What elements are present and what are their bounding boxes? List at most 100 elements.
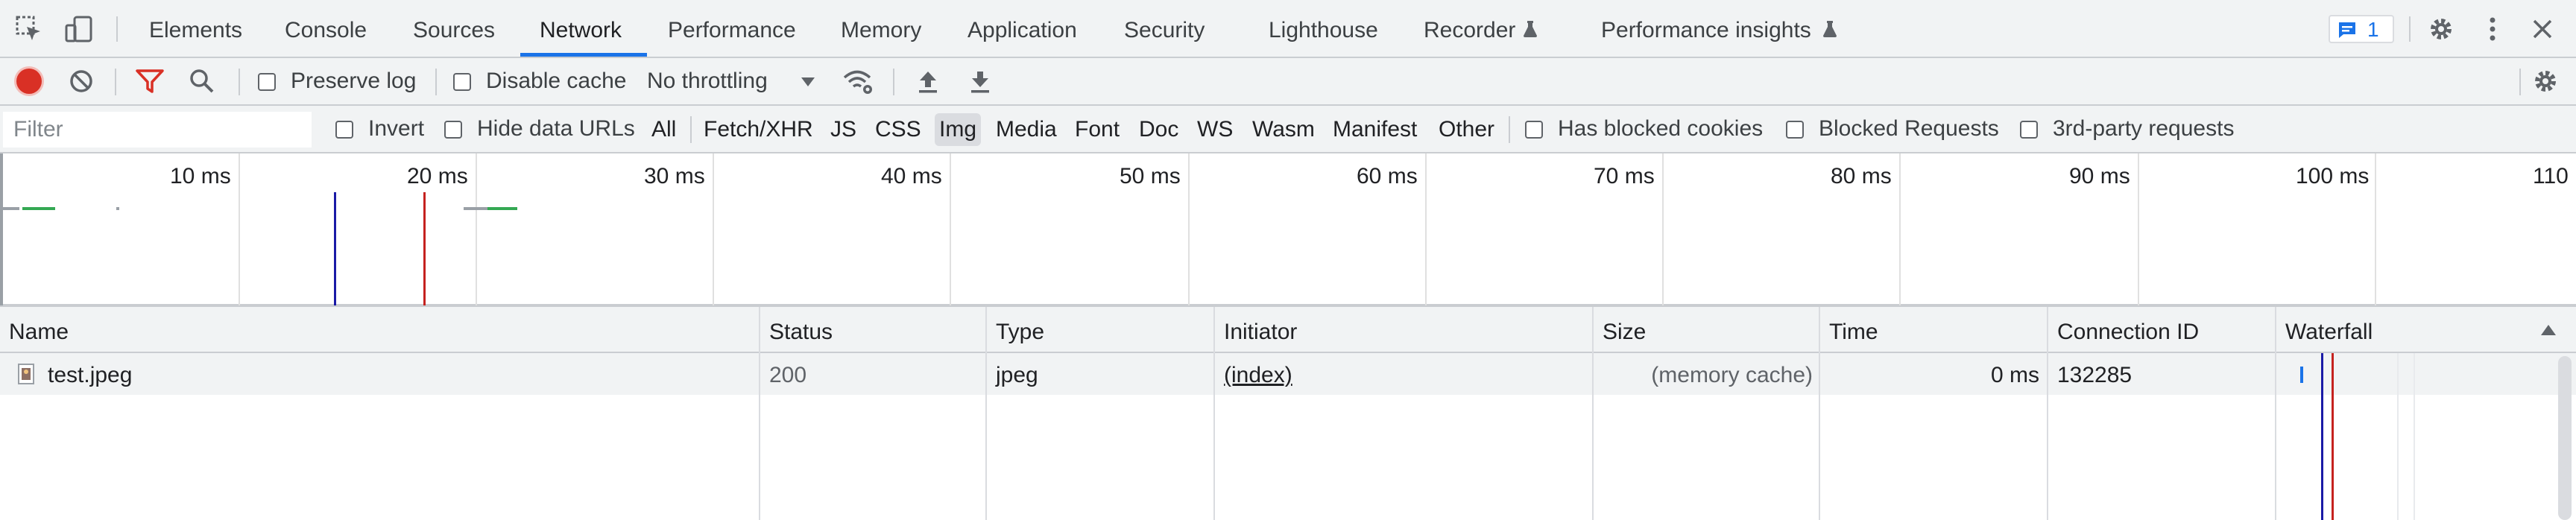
column-header-time[interactable]: Time <box>1829 307 1878 353</box>
request-initiator-link[interactable]: (index) <box>1224 353 1292 395</box>
issues-badge[interactable]: 1 <box>2329 15 2394 43</box>
tick-label: 10 ms <box>170 164 231 188</box>
overview-request-bar <box>116 207 119 210</box>
waterfall-dom-content-loaded-line <box>2321 353 2323 520</box>
filter-type-media[interactable]: Media <box>991 113 1061 146</box>
close-devtools-icon[interactable] <box>2531 18 2554 44</box>
clear-icon[interactable] <box>69 69 94 98</box>
more-options-icon[interactable] <box>2485 15 2500 47</box>
tick-label: 30 ms <box>644 164 705 188</box>
filter-bar: Invert Hide data URLs All Fetch/XHR JS C… <box>0 106 2576 153</box>
blocked-requests-label[interactable]: Blocked Requests <box>1819 116 1999 142</box>
third-party-requests-label[interactable]: 3rd-party requests <box>2053 116 2234 142</box>
request-connection-id: 132285 <box>2057 363 2133 387</box>
disable-cache-checkbox[interactable] <box>453 73 471 91</box>
export-har-icon[interactable] <box>969 69 991 98</box>
request-size: (memory cache) <box>1651 363 1813 387</box>
waterfall-request-bar[interactable] <box>2300 367 2303 383</box>
request-name[interactable]: test.jpeg <box>48 353 132 395</box>
overview-request-bar <box>22 207 55 210</box>
device-toolbar-icon[interactable] <box>64 15 94 45</box>
chevron-down-icon[interactable] <box>801 76 815 92</box>
vertical-scrollbar[interactable] <box>2558 356 2572 520</box>
tick-label: 110 <box>2533 164 2569 188</box>
tab-security[interactable]: Security <box>1124 0 1205 57</box>
experimental-flask-icon <box>1524 21 1537 37</box>
tick-label: 90 ms <box>2069 164 2130 188</box>
filter-type-img[interactable]: Img <box>935 113 982 146</box>
tick-label: 20 ms <box>407 164 468 188</box>
request-time: 0 ms <box>1990 363 2039 387</box>
third-party-requests-checkbox[interactable] <box>2020 121 2038 139</box>
filter-type-js[interactable]: JS <box>826 113 861 146</box>
overview-request-bar <box>464 207 487 210</box>
filter-type-font[interactable]: Font <box>1070 113 1124 146</box>
hide-data-urls-label[interactable]: Hide data URLs <box>477 116 635 142</box>
search-icon[interactable] <box>189 69 215 98</box>
blocked-requests-checkbox[interactable] <box>1786 121 1804 139</box>
column-header-type[interactable]: Type <box>996 307 1044 353</box>
has-blocked-cookies-label[interactable]: Has blocked cookies <box>1558 116 1763 142</box>
tab-sources[interactable]: Sources <box>413 0 495 57</box>
column-header-name[interactable]: Name <box>9 307 69 353</box>
invert-label[interactable]: Invert <box>368 116 424 142</box>
column-header-status[interactable]: Status <box>769 307 833 353</box>
network-settings-gear-icon[interactable] <box>2531 67 2560 99</box>
issues-count: 1 <box>2367 18 2379 41</box>
filter-funnel-icon[interactable] <box>136 69 164 98</box>
tab-network-underline <box>520 53 647 57</box>
request-status: 200 <box>769 363 807 387</box>
has-blocked-cookies-checkbox[interactable] <box>1525 121 1543 139</box>
disable-cache-label[interactable]: Disable cache <box>486 69 626 94</box>
filter-type-manifest[interactable]: Manifest <box>1328 113 1421 146</box>
hide-data-urls-checkbox[interactable] <box>444 121 462 139</box>
tab-elements[interactable]: Elements <box>149 0 242 57</box>
tick-label: 50 ms <box>1120 164 1181 188</box>
tab-memory[interactable]: Memory <box>841 0 921 57</box>
tick-label: 80 ms <box>1831 164 1892 188</box>
requests-table: Name Status Type Initiator Size Time Con… <box>0 307 2576 520</box>
overview-request-bar <box>3 207 19 210</box>
network-overview[interactable]: 10 ms 20 ms 30 ms 40 ms 50 ms 60 ms 70 m… <box>0 153 2576 307</box>
tab-performance[interactable]: Performance <box>668 0 796 57</box>
filter-type-fetch-xhr[interactable]: Fetch/XHR <box>699 113 818 146</box>
column-header-initiator[interactable]: Initiator <box>1224 307 1297 353</box>
column-header-connection-id[interactable]: Connection ID <box>2057 307 2199 353</box>
import-har-icon[interactable] <box>917 69 939 98</box>
tab-recorder[interactable]: Recorder <box>1424 0 1515 57</box>
tick-label: 40 ms <box>881 164 942 188</box>
load-event-marker <box>423 192 426 305</box>
tab-application[interactable]: Application <box>967 0 1077 57</box>
tab-console[interactable]: Console <box>285 0 367 57</box>
experimental-flask-icon <box>1823 21 1837 37</box>
settings-gear-icon[interactable] <box>2427 15 2455 47</box>
image-file-icon <box>18 364 34 388</box>
tick-label: 100 ms <box>2296 164 2370 188</box>
request-type: jpeg <box>996 363 1038 387</box>
filter-type-ws[interactable]: WS <box>1193 113 1237 146</box>
filter-type-doc[interactable]: Doc <box>1134 113 1183 146</box>
sort-ascending-icon[interactable] <box>2540 323 2557 340</box>
column-header-size[interactable]: Size <box>1603 307 1646 353</box>
filter-type-other[interactable]: Other <box>1434 113 1499 146</box>
tab-performance-insights[interactable]: Performance insights <box>1601 0 1811 57</box>
tab-network[interactable]: Network <box>540 0 622 57</box>
filter-input[interactable] <box>3 112 312 148</box>
filter-type-wasm[interactable]: Wasm <box>1248 113 1319 146</box>
network-toolbar: Preserve log Disable cache No throttling <box>0 58 2576 106</box>
throttling-select[interactable]: No throttling <box>647 69 768 94</box>
invert-checkbox[interactable] <box>335 121 353 139</box>
network-conditions-icon[interactable] <box>842 69 875 99</box>
record-button[interactable] <box>16 69 42 94</box>
preserve-log-checkbox[interactable] <box>258 73 276 91</box>
select-element-icon[interactable] <box>15 15 43 43</box>
tab-lighthouse[interactable]: Lighthouse <box>1269 0 1378 57</box>
filter-type-all[interactable]: All <box>647 113 681 146</box>
overview-request-bar <box>487 207 517 210</box>
waterfall-load-line <box>2332 353 2334 520</box>
filter-type-css[interactable]: CSS <box>871 113 926 146</box>
dom-content-loaded-marker <box>334 192 336 305</box>
column-header-waterfall[interactable]: Waterfall <box>2285 307 2373 353</box>
preserve-log-label[interactable]: Preserve log <box>291 69 416 94</box>
tick-label: 60 ms <box>1357 164 1418 188</box>
